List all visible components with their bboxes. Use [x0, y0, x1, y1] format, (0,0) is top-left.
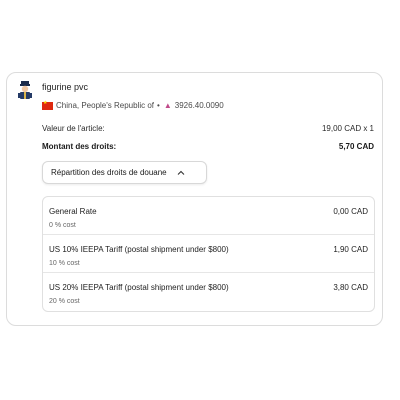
- chevron-up-icon: [177, 170, 185, 175]
- product-name: figurine pvc: [42, 82, 89, 92]
- rate-cost: 0 % cost: [49, 222, 76, 229]
- hs-code: 3926.40.0090: [174, 101, 224, 110]
- rate-name: US 20% IEEPA Tariff (postal shipment und…: [49, 283, 229, 292]
- rate-amount: 0,00 CAD: [333, 207, 368, 216]
- origin-country: China, People's Republic of: [56, 101, 155, 110]
- table-row: US 20% IEEPA Tariff (postal shipment und…: [43, 273, 374, 311]
- item-value: 19,00 CAD x 1: [321, 124, 374, 133]
- rate-cost: 20 % cost: [49, 298, 80, 305]
- rate-amount: 3,80 CAD: [333, 283, 368, 292]
- table-row: US 10% IEEPA Tariff (postal shipment und…: [43, 235, 374, 273]
- rate-name: US 10% IEEPA Tariff (postal shipment und…: [49, 245, 229, 254]
- item-value-row: Valeur de l'article: 19,00 CAD x 1: [42, 124, 374, 133]
- duties-value: 5,70 CAD: [338, 142, 374, 151]
- rate-name: General Rate: [49, 207, 97, 216]
- duties-label: Montant des droits:: [42, 142, 117, 151]
- item-value-label: Valeur de l'article:: [42, 124, 105, 133]
- tariff-code-icon: ▲: [163, 101, 172, 110]
- rate-cost: 10 % cost: [49, 260, 80, 267]
- duties-row: Montant des droits: 5,70 CAD: [42, 142, 374, 151]
- duty-breakdown-toggle[interactable]: Répartition des droits de douane: [42, 161, 207, 184]
- figurine-avatar-icon: [18, 81, 32, 99]
- china-flag-icon: [42, 100, 53, 110]
- duty-breakdown-table: General Rate 0 % cost 0,00 CAD US 10% IE…: [42, 196, 375, 312]
- origin-row: China, People's Republic of • ▲ 3926.40.…: [42, 100, 224, 110]
- duty-breakdown-label: Répartition des droits de douane: [51, 168, 167, 177]
- rate-amount: 1,90 CAD: [333, 245, 368, 254]
- table-row: General Rate 0 % cost 0,00 CAD: [43, 197, 374, 235]
- separator: •: [157, 101, 160, 110]
